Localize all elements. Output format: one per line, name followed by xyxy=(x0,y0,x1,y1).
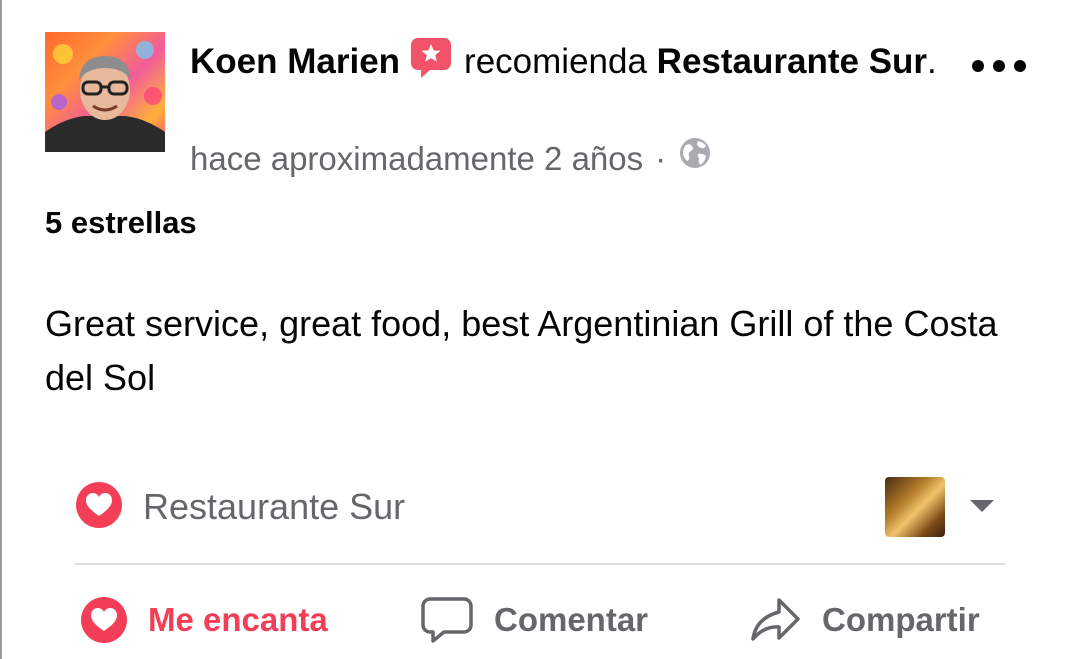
header-period: . xyxy=(927,42,937,81)
recommendation-badge-icon xyxy=(408,34,454,94)
review-text: Great service, great food, best Argentin… xyxy=(45,303,998,398)
left-border xyxy=(0,0,2,659)
comment-icon xyxy=(420,595,474,645)
more-dot xyxy=(993,60,1005,72)
action-bar: Me encanta Comentar Compartir xyxy=(75,590,1005,650)
timestamp[interactable]: hace aproximadamente 2 años xyxy=(190,137,643,181)
share-button[interactable]: Compartir xyxy=(748,590,980,650)
page-tag-row[interactable]: Restaurante Sur xyxy=(75,475,1005,539)
more-dot xyxy=(972,60,984,72)
page-thumbnail[interactable] xyxy=(885,477,945,537)
comment-button[interactable]: Comentar xyxy=(420,590,648,650)
love-button[interactable]: Me encanta xyxy=(80,590,328,650)
page-tag-name[interactable]: Restaurante Sur xyxy=(143,486,405,528)
meta-separator: · xyxy=(655,139,667,177)
post-header: Koen Marien recomienda Restaurante Sur. xyxy=(190,34,950,94)
more-options-icon[interactable] xyxy=(972,56,1026,76)
love-label: Me encanta xyxy=(148,601,328,638)
page-name-link[interactable]: Restaurante Sur xyxy=(657,42,927,81)
author-name[interactable]: Koen Marien xyxy=(190,42,400,81)
heart-icon xyxy=(75,481,123,534)
more-dot xyxy=(1014,60,1026,72)
caret-down-icon[interactable] xyxy=(968,498,996,519)
heart-icon xyxy=(80,596,128,644)
comment-label: Comentar xyxy=(494,601,649,638)
share-icon xyxy=(748,595,802,645)
rating-text: 5 estrellas xyxy=(45,205,197,240)
globe-icon[interactable] xyxy=(678,136,712,181)
recommends-verb: recomienda xyxy=(464,42,647,81)
avatar[interactable] xyxy=(45,32,165,152)
share-label: Compartir xyxy=(822,601,980,638)
divider xyxy=(75,563,1005,565)
post-meta: hace aproximadamente 2 años · xyxy=(190,136,712,181)
